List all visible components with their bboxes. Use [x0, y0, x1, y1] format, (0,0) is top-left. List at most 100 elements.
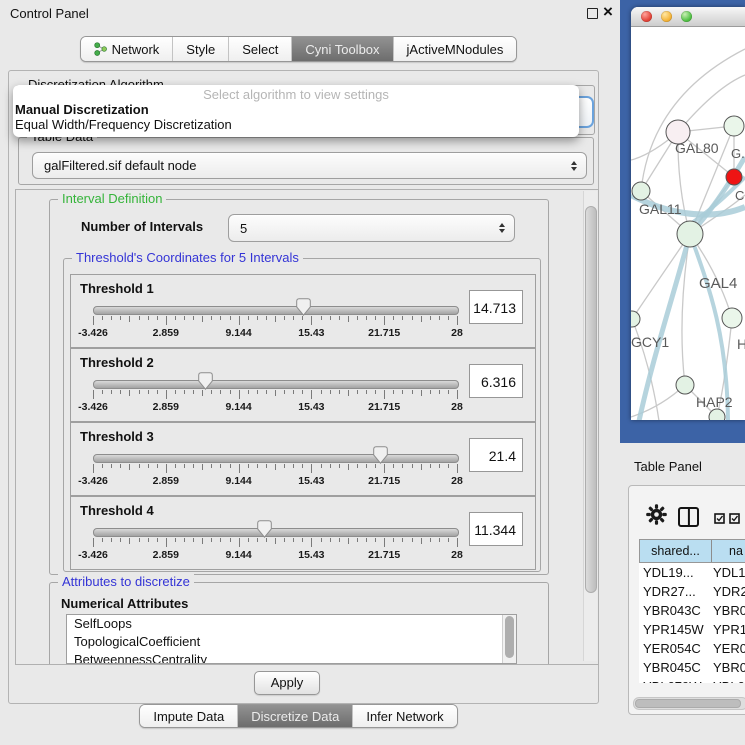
name-cell[interactable]: YER0 — [710, 639, 745, 658]
network-canvas[interactable]: GAL80G.CGAL11GAL4GCY1HHAP2 — [631, 27, 745, 420]
dropdown-option-equal-width[interactable]: Equal Width/Frequency Discretization — [13, 117, 579, 132]
node-label: GAL4 — [699, 275, 737, 292]
thresholds-group: Threshold's Coordinates for 5 Intervals … — [63, 258, 541, 572]
cyni-toolbox-content: Discretization Algorithm Select algorith… — [8, 70, 599, 704]
shared-name-cell[interactable]: YER054C — [639, 639, 710, 658]
table-data-value: galFiltered.sif default node — [33, 158, 571, 173]
table-row[interactable]: YDL19...YDL1 — [639, 563, 745, 582]
table-data-combobox[interactable]: galFiltered.sif default node — [32, 152, 587, 179]
threshold-value-field[interactable]: 6.316 — [469, 364, 523, 398]
list-item[interactable]: BetweennessCentrality — [67, 651, 516, 664]
tab-infer-network[interactable]: Infer Network — [352, 705, 456, 727]
network-node[interactable] — [677, 221, 703, 247]
list-item[interactable]: SelfLoops — [67, 615, 516, 633]
slider-ticks — [93, 538, 457, 548]
table-row[interactable]: YPR145WYPR1 — [639, 620, 745, 639]
threshold-value-field[interactable]: 11.344 — [469, 512, 523, 546]
tab-select[interactable]: Select — [228, 37, 291, 61]
settings-scrollpane: Interval Definition Number of Intervals … — [15, 189, 599, 665]
table-row[interactable]: YER054CYER0 — [639, 639, 745, 658]
name-cell[interactable]: YPR1 — [710, 620, 745, 639]
slider-track[interactable] — [93, 306, 459, 315]
tick-label: 15.43 — [298, 475, 324, 487]
close-traffic-light-icon[interactable] — [641, 11, 652, 22]
num-intervals-label: Number of Intervals — [81, 219, 203, 234]
threshold-label: Threshold 3 — [80, 429, 154, 444]
tick-label: 21.715 — [368, 549, 400, 561]
slider-track[interactable] — [93, 528, 459, 537]
list-scrollbar[interactable] — [502, 615, 516, 663]
name-cell[interactable]: YBL0 — [710, 677, 745, 683]
tab-discretize-data[interactable]: Discretize Data — [237, 705, 352, 727]
tab-cyni-toolbox[interactable]: Cyni Toolbox — [291, 37, 392, 61]
table-row[interactable]: YBL079WYBL0 — [639, 677, 745, 683]
gear-icon[interactable] — [646, 504, 667, 525]
tab-jactivemnodules[interactable]: jActiveMNodules — [393, 37, 517, 61]
zoom-traffic-light-icon[interactable] — [681, 11, 692, 22]
name-cell[interactable]: YBR0 — [710, 658, 745, 677]
tab-label: Network — [112, 42, 160, 57]
slider-track[interactable] — [93, 454, 459, 463]
shared-name-cell[interactable]: YPR145W — [639, 620, 710, 639]
tab-network[interactable]: Network — [81, 37, 173, 61]
tab-impute-data[interactable]: Impute Data — [140, 705, 237, 727]
shared-name-cell[interactable]: YBR043C — [639, 601, 710, 620]
checkbox-icon[interactable] — [714, 511, 725, 522]
scrollbar-thumb[interactable] — [635, 699, 741, 708]
threshold-value-field[interactable]: 14.713 — [469, 290, 523, 324]
network-node[interactable] — [726, 169, 742, 185]
name-cell[interactable]: YDL1 — [710, 563, 745, 582]
name-cell[interactable]: YBR0 — [710, 601, 745, 620]
table-data-group: Table Data galFiltered.sif default node — [18, 137, 594, 185]
tick-label: 21.715 — [368, 475, 400, 487]
column-header-name[interactable]: na — [712, 540, 745, 562]
slider-track[interactable] — [93, 380, 459, 389]
tick-label: 21.715 — [368, 401, 400, 413]
network-node[interactable] — [709, 409, 725, 420]
shared-name-cell[interactable]: YDR27... — [639, 582, 710, 601]
tick-label: 2.859 — [153, 549, 179, 561]
network-edge[interactable] — [632, 234, 690, 319]
group-title: Attributes to discretize — [58, 574, 194, 589]
scrollbar-thumb[interactable] — [585, 206, 597, 593]
shared-name-cell[interactable]: YBR045C — [639, 658, 710, 677]
tick-label: 9.144 — [225, 475, 251, 487]
interval-definition-group: Interval Definition Number of Intervals … — [49, 199, 549, 575]
network-window-frame: GAL80G.CGAL11GAL4GCY1HHAP2 — [620, 0, 745, 443]
horizontal-scrollbar[interactable] — [633, 697, 745, 710]
threshold-label: Threshold 2 — [80, 355, 154, 370]
network-node[interactable] — [676, 376, 694, 394]
node-label: GAL11 — [639, 201, 682, 217]
dropdown-option-manual[interactable]: Manual Discretization — [13, 102, 579, 117]
float-window-icon[interactable] — [587, 8, 598, 19]
name-cell[interactable]: YDR2 — [710, 582, 745, 601]
num-intervals-value: 5 — [229, 221, 499, 236]
shared-name-cell[interactable]: YDL19... — [639, 563, 710, 582]
minimize-traffic-light-icon[interactable] — [661, 11, 672, 22]
network-window-titlebar[interactable] — [631, 7, 745, 27]
table-row[interactable]: YBR045CYBR0 — [639, 658, 745, 677]
vertical-scrollbar[interactable] — [583, 191, 597, 661]
checkbox-icon[interactable] — [729, 511, 740, 522]
column-header-shared-name[interactable]: shared... — [640, 540, 712, 562]
apply-button[interactable]: Apply — [254, 671, 320, 695]
tab-label: jActiveMNodules — [407, 42, 504, 57]
tick-label: 28 — [451, 327, 463, 339]
attributes-listbox[interactable]: SelfLoops TopologicalCoefficient Between… — [66, 614, 517, 664]
shared-name-cell[interactable]: YBL079W — [639, 677, 710, 683]
tab-style[interactable]: Style — [172, 37, 228, 61]
network-node[interactable] — [722, 308, 742, 328]
threshold-value-field[interactable]: 21.4 — [469, 438, 523, 472]
network-node[interactable] — [632, 182, 650, 200]
close-icon[interactable]: × — [603, 2, 613, 22]
num-intervals-combobox[interactable]: 5 — [228, 214, 515, 242]
tick-label: 15.43 — [298, 327, 324, 339]
table-row[interactable]: YDR27...YDR2 — [639, 582, 745, 601]
table-row[interactable]: YBR043CYBR0 — [639, 601, 745, 620]
tick-label: 2.859 — [153, 475, 179, 487]
list-item[interactable]: TopologicalCoefficient — [67, 633, 516, 651]
network-node[interactable] — [724, 116, 744, 136]
network-node[interactable] — [631, 311, 640, 327]
split-table-icon[interactable] — [678, 507, 699, 527]
numerical-attributes-label: Numerical Attributes — [61, 596, 188, 611]
